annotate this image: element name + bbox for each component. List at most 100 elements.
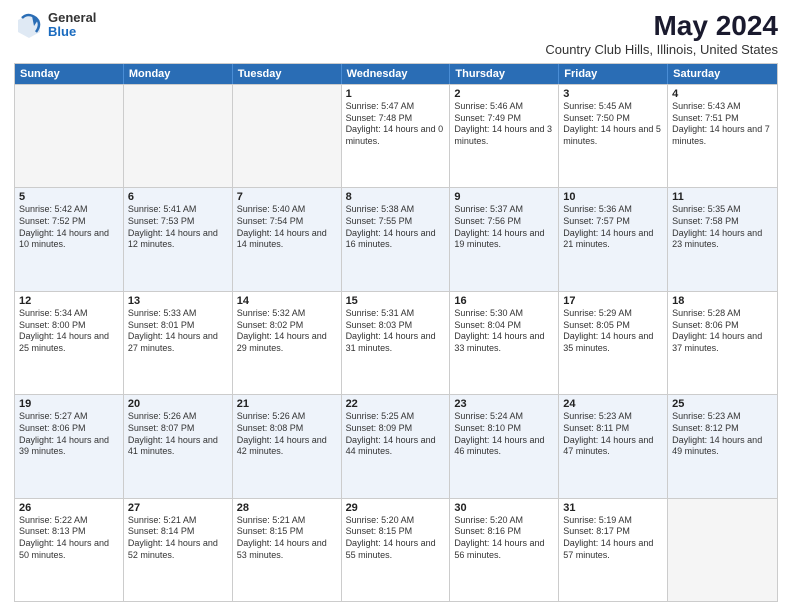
- daylight-text: Daylight: 14 hours and 23 minutes.: [672, 228, 773, 251]
- cal-cell-empty-0-2: [233, 85, 342, 187]
- daylight-text: Daylight: 14 hours and 16 minutes.: [346, 228, 446, 251]
- logo-blue-text: Blue: [48, 25, 96, 39]
- sunrise-text: Sunrise: 5:47 AM: [346, 101, 446, 113]
- cal-cell-13: 13Sunrise: 5:33 AMSunset: 8:01 PMDayligh…: [124, 292, 233, 394]
- day-number: 2: [454, 88, 554, 100]
- daylight-text: Daylight: 14 hours and 31 minutes.: [346, 331, 446, 354]
- sunset-text: Sunset: 8:08 PM: [237, 423, 337, 435]
- header-day-friday: Friday: [559, 64, 668, 84]
- sunset-text: Sunset: 8:16 PM: [454, 526, 554, 538]
- sunset-text: Sunset: 8:01 PM: [128, 320, 228, 332]
- sunset-text: Sunset: 7:56 PM: [454, 216, 554, 228]
- daylight-text: Daylight: 14 hours and 53 minutes.: [237, 538, 337, 561]
- cal-cell-10: 10Sunrise: 5:36 AMSunset: 7:57 PMDayligh…: [559, 188, 668, 290]
- sunrise-text: Sunrise: 5:35 AM: [672, 204, 773, 216]
- day-number: 17: [563, 295, 663, 307]
- sunrise-text: Sunrise: 5:37 AM: [454, 204, 554, 216]
- sunset-text: Sunset: 8:15 PM: [346, 526, 446, 538]
- day-number: 3: [563, 88, 663, 100]
- calendar-row-2: 12Sunrise: 5:34 AMSunset: 8:00 PMDayligh…: [15, 291, 777, 394]
- daylight-text: Daylight: 14 hours and 41 minutes.: [128, 435, 228, 458]
- daylight-text: Daylight: 14 hours and 56 minutes.: [454, 538, 554, 561]
- daylight-text: Daylight: 14 hours and 57 minutes.: [563, 538, 663, 561]
- title-block: May 2024 Country Club Hills, Illinois, U…: [545, 10, 778, 57]
- day-number: 5: [19, 191, 119, 203]
- sunrise-text: Sunrise: 5:46 AM: [454, 101, 554, 113]
- sunset-text: Sunset: 8:02 PM: [237, 320, 337, 332]
- cal-cell-25: 25Sunrise: 5:23 AMSunset: 8:12 PMDayligh…: [668, 395, 777, 497]
- sunrise-text: Sunrise: 5:24 AM: [454, 411, 554, 423]
- sunset-text: Sunset: 7:58 PM: [672, 216, 773, 228]
- daylight-text: Daylight: 14 hours and 12 minutes.: [128, 228, 228, 251]
- sunset-text: Sunset: 7:49 PM: [454, 113, 554, 125]
- sunrise-text: Sunrise: 5:20 AM: [346, 515, 446, 527]
- cal-cell-22: 22Sunrise: 5:25 AMSunset: 8:09 PMDayligh…: [342, 395, 451, 497]
- day-number: 25: [672, 398, 773, 410]
- cal-cell-31: 31Sunrise: 5:19 AMSunset: 8:17 PMDayligh…: [559, 499, 668, 601]
- day-number: 29: [346, 502, 446, 514]
- cal-cell-empty-0-0: [15, 85, 124, 187]
- sunset-text: Sunset: 8:12 PM: [672, 423, 773, 435]
- sunrise-text: Sunrise: 5:45 AM: [563, 101, 663, 113]
- sunrise-text: Sunrise: 5:23 AM: [563, 411, 663, 423]
- day-number: 4: [672, 88, 773, 100]
- page: General Blue May 2024 Country Club Hills…: [0, 0, 792, 612]
- sunset-text: Sunset: 7:57 PM: [563, 216, 663, 228]
- sunset-text: Sunset: 8:04 PM: [454, 320, 554, 332]
- day-number: 21: [237, 398, 337, 410]
- cal-cell-6: 6Sunrise: 5:41 AMSunset: 7:53 PMDaylight…: [124, 188, 233, 290]
- sunrise-text: Sunrise: 5:19 AM: [563, 515, 663, 527]
- daylight-text: Daylight: 14 hours and 44 minutes.: [346, 435, 446, 458]
- cal-cell-24: 24Sunrise: 5:23 AMSunset: 8:11 PMDayligh…: [559, 395, 668, 497]
- calendar-body: 1Sunrise: 5:47 AMSunset: 7:48 PMDaylight…: [15, 84, 777, 601]
- daylight-text: Daylight: 14 hours and 0 minutes.: [346, 124, 446, 147]
- daylight-text: Daylight: 14 hours and 52 minutes.: [128, 538, 228, 561]
- sunrise-text: Sunrise: 5:21 AM: [237, 515, 337, 527]
- sunrise-text: Sunrise: 5:26 AM: [237, 411, 337, 423]
- sunrise-text: Sunrise: 5:33 AM: [128, 308, 228, 320]
- header-day-wednesday: Wednesday: [342, 64, 451, 84]
- cal-cell-29: 29Sunrise: 5:20 AMSunset: 8:15 PMDayligh…: [342, 499, 451, 601]
- day-number: 7: [237, 191, 337, 203]
- cal-cell-12: 12Sunrise: 5:34 AMSunset: 8:00 PMDayligh…: [15, 292, 124, 394]
- day-number: 31: [563, 502, 663, 514]
- day-number: 18: [672, 295, 773, 307]
- sunrise-text: Sunrise: 5:29 AM: [563, 308, 663, 320]
- daylight-text: Daylight: 14 hours and 55 minutes.: [346, 538, 446, 561]
- sunrise-text: Sunrise: 5:31 AM: [346, 308, 446, 320]
- daylight-text: Daylight: 14 hours and 46 minutes.: [454, 435, 554, 458]
- sunset-text: Sunset: 7:51 PM: [672, 113, 773, 125]
- daylight-text: Daylight: 14 hours and 29 minutes.: [237, 331, 337, 354]
- day-number: 28: [237, 502, 337, 514]
- sunset-text: Sunset: 8:06 PM: [19, 423, 119, 435]
- cal-cell-11: 11Sunrise: 5:35 AMSunset: 7:58 PMDayligh…: [668, 188, 777, 290]
- day-number: 9: [454, 191, 554, 203]
- cal-cell-3: 3Sunrise: 5:45 AMSunset: 7:50 PMDaylight…: [559, 85, 668, 187]
- daylight-text: Daylight: 14 hours and 10 minutes.: [19, 228, 119, 251]
- calendar: SundayMondayTuesdayWednesdayThursdayFrid…: [14, 63, 778, 602]
- cal-cell-26: 26Sunrise: 5:22 AMSunset: 8:13 PMDayligh…: [15, 499, 124, 601]
- cal-cell-30: 30Sunrise: 5:20 AMSunset: 8:16 PMDayligh…: [450, 499, 559, 601]
- sunset-text: Sunset: 8:00 PM: [19, 320, 119, 332]
- daylight-text: Daylight: 14 hours and 50 minutes.: [19, 538, 119, 561]
- sunset-text: Sunset: 8:03 PM: [346, 320, 446, 332]
- daylight-text: Daylight: 14 hours and 7 minutes.: [672, 124, 773, 147]
- cal-cell-5: 5Sunrise: 5:42 AMSunset: 7:52 PMDaylight…: [15, 188, 124, 290]
- main-title: May 2024: [545, 10, 778, 42]
- sunset-text: Sunset: 7:55 PM: [346, 216, 446, 228]
- cal-cell-18: 18Sunrise: 5:28 AMSunset: 8:06 PMDayligh…: [668, 292, 777, 394]
- header-day-monday: Monday: [124, 64, 233, 84]
- daylight-text: Daylight: 14 hours and 25 minutes.: [19, 331, 119, 354]
- cal-cell-16: 16Sunrise: 5:30 AMSunset: 8:04 PMDayligh…: [450, 292, 559, 394]
- sunrise-text: Sunrise: 5:36 AM: [563, 204, 663, 216]
- cal-cell-14: 14Sunrise: 5:32 AMSunset: 8:02 PMDayligh…: [233, 292, 342, 394]
- sunset-text: Sunset: 8:05 PM: [563, 320, 663, 332]
- sunset-text: Sunset: 7:53 PM: [128, 216, 228, 228]
- day-number: 6: [128, 191, 228, 203]
- logo: General Blue: [14, 10, 96, 40]
- sunset-text: Sunset: 8:11 PM: [563, 423, 663, 435]
- cal-cell-15: 15Sunrise: 5:31 AMSunset: 8:03 PMDayligh…: [342, 292, 451, 394]
- calendar-row-0: 1Sunrise: 5:47 AMSunset: 7:48 PMDaylight…: [15, 84, 777, 187]
- sunset-text: Sunset: 7:52 PM: [19, 216, 119, 228]
- day-number: 12: [19, 295, 119, 307]
